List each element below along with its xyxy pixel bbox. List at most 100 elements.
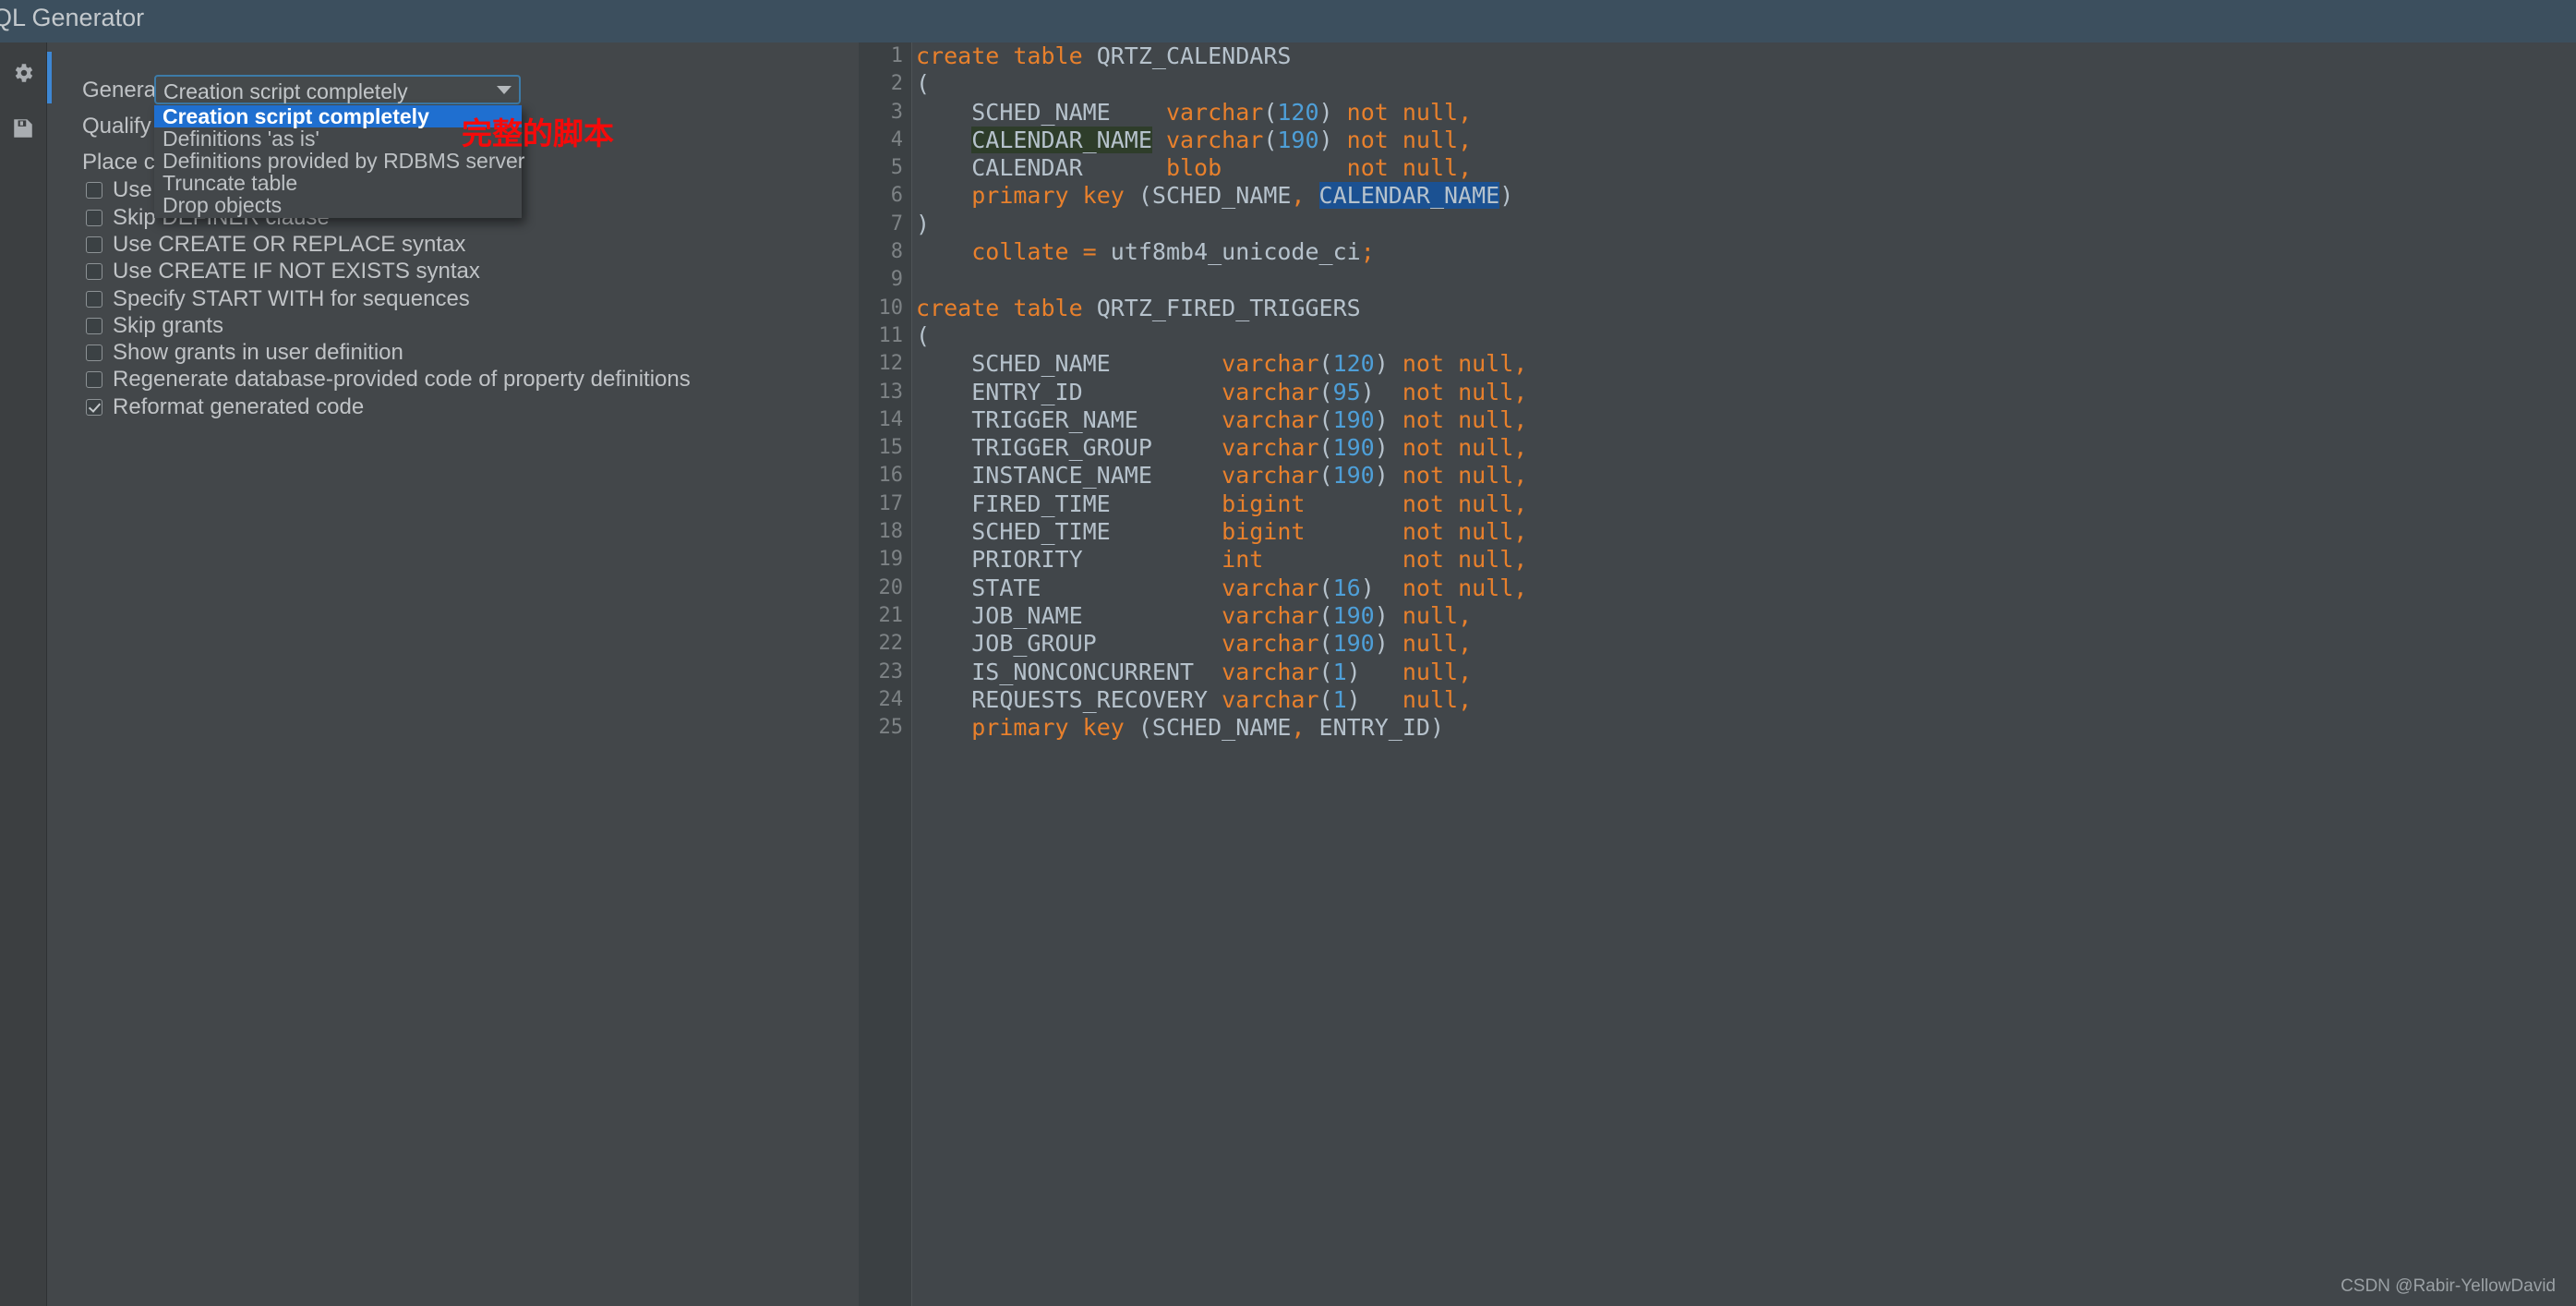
code-line[interactable]: 19 PRIORITY int not null, <box>859 546 2576 574</box>
line-number: 13 <box>878 380 904 404</box>
code-line[interactable]: 11 ( <box>859 322 2576 350</box>
line-number: 21 <box>878 603 904 627</box>
checkbox-label: Regenerate database-provided code of pro… <box>113 367 691 392</box>
checkbox-row-5[interactable]: Skip grants <box>86 313 223 339</box>
code-line[interactable]: 8 collate = utf8mb4_unicode_ci; <box>859 238 2576 266</box>
code-line[interactable]: 12 SCHED_NAME varchar(120) not null, <box>859 350 2576 378</box>
generate-combo-value: Creation script completely <box>163 79 408 103</box>
line-number: 25 <box>878 716 904 740</box>
checkbox-row-6[interactable]: Show grants in user definition <box>86 340 403 366</box>
code-text[interactable]: INSTANCE_NAME varchar(190) not null, <box>916 462 1527 490</box>
code-text[interactable]: primary key (SCHED_NAME, ENTRY_ID) <box>916 714 1444 742</box>
code-text[interactable]: SCHED_NAME varchar(120) not null, <box>916 350 1527 378</box>
checkbox-row-7[interactable]: Regenerate database-provided code of pro… <box>86 367 691 393</box>
checkbox-unchecked-icon[interactable] <box>86 291 102 308</box>
checkbox-row-3[interactable]: Use CREATE IF NOT EXISTS syntax <box>86 259 480 284</box>
code-line[interactable]: 15 TRIGGER_GROUP varchar(190) not null, <box>859 434 2576 462</box>
checkbox-unchecked-icon[interactable] <box>86 263 102 280</box>
code-text[interactable]: PRIORITY int not null, <box>916 546 1527 574</box>
checkbox-row-8[interactable]: Reformat generated code <box>86 394 364 420</box>
checkbox-unchecked-icon[interactable] <box>86 182 102 199</box>
checkbox-unchecked-icon[interactable] <box>86 345 102 361</box>
line-number: 5 <box>890 156 903 180</box>
code-text[interactable]: collate = utf8mb4_unicode_ci; <box>916 238 1375 266</box>
red-annotation-text: 完整的脚本 <box>462 115 614 151</box>
code-line[interactable]: 14 TRIGGER_NAME varchar(190) not null, <box>859 406 2576 434</box>
code-text[interactable]: REQUESTS_RECOVERY varchar(1) null, <box>916 686 1472 714</box>
save-icon[interactable] <box>6 111 41 146</box>
code-line[interactable]: 22 JOB_GROUP varchar(190) null, <box>859 630 2576 658</box>
code-text[interactable]: CALENDAR blob not null, <box>916 154 1472 182</box>
checkbox-label: Specify START WITH for sequences <box>113 286 470 311</box>
code-line[interactable]: 2( <box>859 70 2576 98</box>
code-text[interactable]: STATE varchar(16) not null, <box>916 574 1527 602</box>
code-text[interactable]: create table QRTZ_FIRED_TRIGGERS <box>916 295 1361 322</box>
line-number: 7 <box>890 212 903 236</box>
page-title: QL Generator <box>0 4 145 31</box>
code-line[interactable]: 13 ENTRY_ID varchar(95) not null, <box>859 379 2576 406</box>
checkbox-row-2[interactable]: Use CREATE OR REPLACE syntax <box>86 232 465 258</box>
line-number: 23 <box>878 659 904 683</box>
left-tool-strip <box>0 42 46 1306</box>
code-line[interactable]: 6 primary key (SCHED_NAME, CALENDAR_NAME… <box>859 182 2576 210</box>
line-number: 16 <box>878 464 904 488</box>
code-text[interactable]: primary key (SCHED_NAME, CALENDAR_NAME) <box>916 182 1513 210</box>
checkbox-label: Skip grants <box>113 313 224 338</box>
checkbox-unchecked-icon[interactable] <box>86 236 102 253</box>
code-line[interactable]: 1 create table QRTZ_CALENDARS <box>859 42 2576 70</box>
focus-indicator-bar <box>47 52 52 103</box>
code-text[interactable]: JOB_NAME varchar(190) null, <box>916 602 1472 630</box>
code-lines-container[interactable]: 1 create table QRTZ_CALENDARS 2(3 SCHED_NA… <box>859 42 2576 1306</box>
code-line[interactable]: 3 SCHED_NAME varchar(120) not null, <box>859 99 2576 127</box>
code-line[interactable]: 20 STATE varchar(16) not null, <box>859 574 2576 602</box>
code-line[interactable]: 25 primary key (SCHED_NAME, ENTRY_ID) <box>859 714 2576 742</box>
line-number: 4 <box>890 127 903 151</box>
checkbox-label: Use CREATE IF NOT EXISTS syntax <box>113 259 480 284</box>
code-text[interactable]: ENTRY_ID varchar(95) not null, <box>916 379 1527 406</box>
chevron-down-icon[interactable] <box>497 86 512 94</box>
line-number: 18 <box>878 520 904 544</box>
generate-combo-box[interactable]: Creation script completely <box>154 75 521 104</box>
gear-icon[interactable] <box>6 55 41 91</box>
checkbox-label: Reformat generated code <box>113 394 365 419</box>
code-text[interactable]: TRIGGER_GROUP varchar(190) not null, <box>916 434 1527 462</box>
code-text[interactable]: JOB_GROUP varchar(190) null, <box>916 630 1472 658</box>
line-number: 12 <box>878 352 904 376</box>
checkbox-row-4[interactable]: Specify START WITH for sequences <box>86 286 470 312</box>
code-text[interactable]: TRIGGER_NAME varchar(190) not null, <box>916 406 1527 434</box>
code-text[interactable]: create table QRTZ_CALENDARS <box>916 42 1291 70</box>
code-line[interactable]: 4 CALENDAR_NAME varchar(190) not null, <box>859 126 2576 154</box>
code-text[interactable]: ( <box>916 70 930 98</box>
code-text[interactable]: CALENDAR_NAME varchar(190) not null, <box>916 126 1472 154</box>
code-line[interactable]: 21 JOB_NAME varchar(190) null, <box>859 602 2576 630</box>
code-line[interactable]: 10 create table QRTZ_FIRED_TRIGGERS <box>859 295 2576 322</box>
code-line[interactable]: 18 SCHED_TIME bigint not null, <box>859 518 2576 546</box>
code-text[interactable]: SCHED_TIME bigint not null, <box>916 518 1527 546</box>
checkbox-unchecked-icon[interactable] <box>86 318 102 334</box>
checkbox-label: Show grants in user definition <box>113 340 403 365</box>
code-line[interactable]: 24 REQUESTS_RECOVERY varchar(1) null, <box>859 686 2576 714</box>
checkbox-unchecked-icon[interactable] <box>86 210 102 226</box>
code-line[interactable]: 7) <box>859 211 2576 238</box>
code-line[interactable]: 16 INSTANCE_NAME varchar(190) not null, <box>859 462 2576 490</box>
checkbox-unchecked-icon[interactable] <box>86 371 102 388</box>
dropdown-item-3[interactable]: Truncate table <box>154 172 522 194</box>
line-number: 2 <box>890 72 903 96</box>
checkbox-label: Use CREATE OR REPLACE syntax <box>113 232 466 257</box>
code-line[interactable]: 9 <box>859 266 2576 294</box>
line-number: 3 <box>890 100 903 124</box>
line-number: 17 <box>878 491 904 515</box>
code-line[interactable]: 5 CALENDAR blob not null, <box>859 154 2576 182</box>
code-line[interactable]: 23 IS_NONCONCURRENT varchar(1) null, <box>859 659 2576 686</box>
code-text[interactable]: SCHED_NAME varchar(120) not null, <box>916 99 1472 127</box>
code-line[interactable]: 17 FIRED_TIME bigint not null, <box>859 490 2576 518</box>
code-text[interactable]: IS_NONCONCURRENT varchar(1) null, <box>916 659 1472 686</box>
code-text[interactable]: FIRED_TIME bigint not null, <box>916 490 1527 518</box>
sql-code-editor[interactable]: 1 create table QRTZ_CALENDARS 2(3 SCHED_NA… <box>859 42 2576 1306</box>
code-text[interactable]: ( <box>916 322 930 350</box>
code-text[interactable]: ) <box>916 211 930 238</box>
dropdown-item-4[interactable]: Drop objects <box>154 194 522 216</box>
line-number: 6 <box>890 184 903 208</box>
checkbox-checked-icon[interactable] <box>86 399 102 416</box>
line-number: 1 <box>890 44 903 67</box>
